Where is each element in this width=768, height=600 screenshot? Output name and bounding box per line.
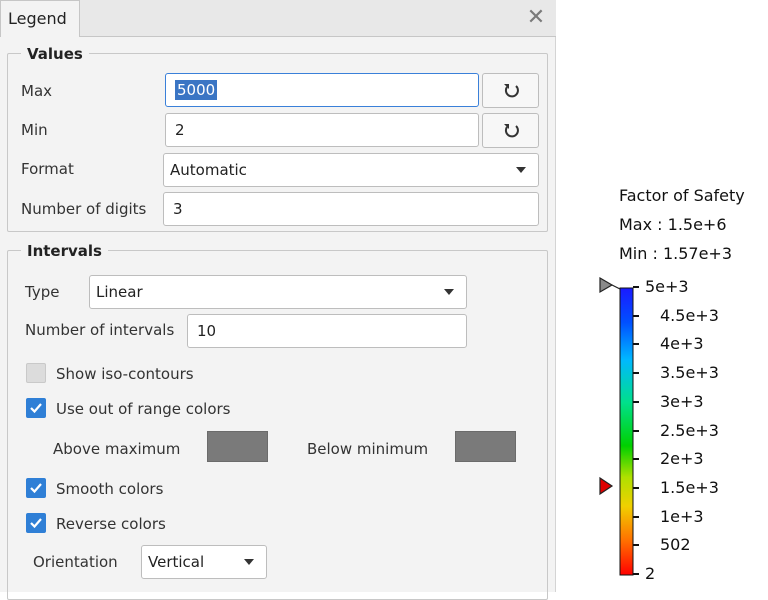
orientation-select[interactable]: Vertical [141, 545, 267, 579]
legend-tick-mark [633, 372, 639, 375]
format-select-value: Automatic [170, 161, 247, 179]
legend-tick-label: 502 [660, 535, 691, 555]
max-label: Max [21, 82, 53, 100]
legend-tick-mark [633, 544, 639, 547]
smooth-colors-checkbox[interactable] [26, 478, 46, 498]
above-maximum-label: Above maximum [53, 440, 181, 458]
legend-tick-mark [633, 429, 639, 432]
reset-icon [504, 124, 519, 138]
intervals-group-title: Intervals [21, 241, 108, 261]
min-input[interactable]: 2 [165, 113, 479, 147]
color-bar [619, 287, 634, 576]
legend-tick-mark [633, 343, 639, 346]
num-intervals-input[interactable]: 10 [187, 314, 467, 348]
checkmark-icon [30, 483, 42, 494]
type-select-value: Linear [96, 283, 143, 301]
show-iso-contours-checkbox[interactable] [26, 363, 46, 383]
legend-tick-label: 3e+3 [660, 391, 704, 411]
legend-tick-label: 2.5e+3 [660, 420, 719, 440]
legend-tick-mark [633, 515, 639, 518]
legend-tick-mark [633, 458, 639, 461]
reset-icon [504, 84, 519, 98]
chevron-down-icon [444, 289, 454, 295]
legend-tick-label: 4e+3 [660, 334, 704, 354]
show-iso-contours-label: Show iso-contours [56, 365, 194, 383]
tab-bar: Legend ✕ [0, 0, 556, 37]
values-group-title: Values [21, 44, 89, 64]
min-label: Min [21, 121, 48, 139]
num-intervals-label: Number of intervals [25, 321, 175, 339]
chevron-down-icon [516, 167, 526, 173]
legend-tick-mark [633, 286, 639, 288]
close-icon[interactable]: ✕ [521, 3, 551, 33]
reverse-colors-label: Reverse colors [56, 515, 166, 533]
tab-legend[interactable]: Legend [0, 0, 80, 37]
above-maximum-color-swatch[interactable] [207, 431, 268, 462]
out-of-range-label: Use out of range colors [56, 400, 231, 418]
below-minimum-label: Below minimum [307, 440, 429, 458]
min-marker-icon [599, 476, 614, 496]
max-marker-icon [599, 276, 614, 294]
reset-min-button[interactable] [482, 113, 539, 148]
reverse-colors-checkbox[interactable] [26, 513, 46, 533]
format-label: Format [21, 160, 74, 178]
orientation-select-value: Vertical [148, 553, 205, 571]
legend-tick-mark [633, 573, 639, 575]
legend-tick-label: 5e+3 [645, 277, 689, 296]
checkmark-icon [30, 403, 42, 414]
max-input[interactable]: 5000 [165, 73, 479, 107]
color-legend: Factor of Safety Max : 1.5e+6 Min : 1.57… [557, 0, 768, 592]
legend-tick-label: 4.5e+3 [660, 305, 719, 325]
legend-tick-label: 1.5e+3 [660, 477, 719, 497]
legend-tick-label: 3.5e+3 [660, 363, 719, 383]
checkmark-icon [30, 518, 42, 529]
smooth-colors-label: Smooth colors [56, 480, 164, 498]
format-select[interactable]: Automatic [163, 153, 539, 187]
legend-tick-mark [633, 314, 639, 317]
type-label: Type [25, 283, 60, 301]
legend-tick-mark [633, 486, 639, 489]
digits-label: Number of digits [21, 200, 147, 218]
digits-input[interactable]: 3 [163, 192, 539, 226]
chevron-down-icon [244, 559, 254, 565]
legend-panel: Legend ✕ Values Max 5000 Min 2 Format Au… [0, 0, 556, 600]
legend-tick-label: 2 [645, 564, 656, 583]
max-input-value: 5000 [175, 80, 218, 100]
legend-tick-mark [633, 400, 639, 403]
type-select[interactable]: Linear [89, 275, 467, 309]
out-of-range-checkbox[interactable] [26, 398, 46, 418]
legend-tick-label: 2e+3 [660, 449, 704, 469]
orientation-label: Orientation [33, 553, 118, 571]
reset-max-button[interactable] [482, 73, 539, 108]
below-minimum-color-swatch[interactable] [455, 431, 516, 462]
legend-tick-label: 1e+3 [660, 506, 704, 526]
